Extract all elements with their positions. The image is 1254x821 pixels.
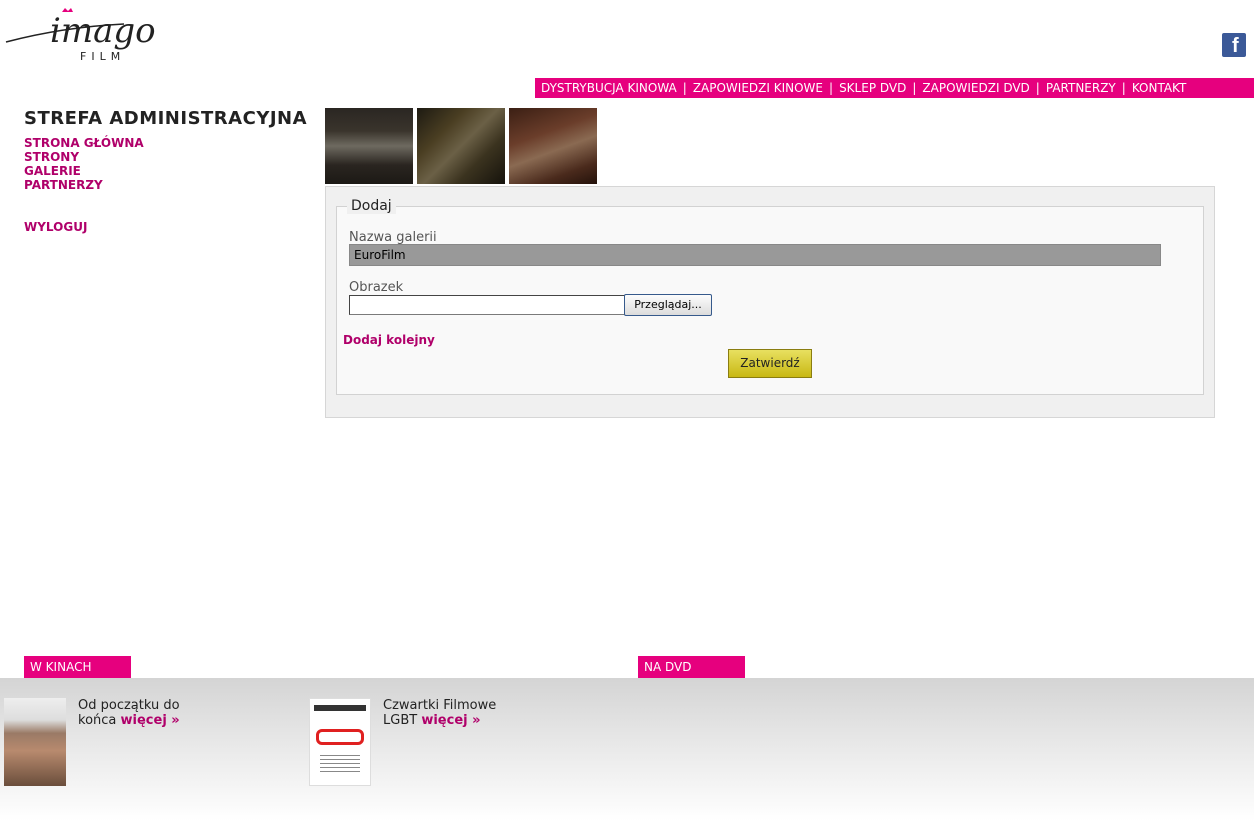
movie-title-line1: Czwartki Filmowe <box>383 698 497 713</box>
nav-dystrybucja-kinowa[interactable]: DYSTRYBUCJA KINOWA <box>541 81 677 95</box>
nav-zapowiedzi-kinowe[interactable]: ZAPOWIEDZI KINOWE <box>693 81 823 95</box>
add-fieldset: Dodaj Nazwa galerii EuroFilm Obrazek Prz… <box>336 198 1204 395</box>
logo-graphic: imago FILM <box>5 8 156 63</box>
header-photo-event <box>509 108 597 184</box>
movie-title-line2: końca <box>78 713 117 728</box>
nav-sklep-dvd[interactable]: SKLEP DVD <box>839 81 906 95</box>
more-link[interactable]: więcej » <box>121 713 180 728</box>
movie-poster-od-poczatku[interactable] <box>4 698 66 786</box>
admin-sidebar: STRONA GŁÓWNA STRONY GALERIE PARTNERZY <box>24 136 144 192</box>
add-another-link[interactable]: Dodaj kolejny <box>343 333 435 347</box>
nav-zapowiedzi-dvd[interactable]: ZAPOWIEDZI DVD <box>922 81 1029 95</box>
nav-separator: | <box>912 81 917 95</box>
imago-film-logo[interactable]: imago FILM <box>4 6 190 70</box>
add-gallery-panel: Dodaj Nazwa galerii EuroFilm Obrazek Prz… <box>325 186 1215 418</box>
movie-poster-czwartki-filmowe[interactable] <box>309 698 371 786</box>
nav-separator: | <box>1121 81 1126 95</box>
poster-text-lines <box>320 755 360 775</box>
gallery-name-field[interactable]: EuroFilm <box>349 244 1161 266</box>
footer-strip: Od początku do końca więcej » Czwartki F… <box>0 678 1254 821</box>
nav-separator: | <box>1035 81 1040 95</box>
header-photo-audience <box>417 108 505 184</box>
admin-zone-title: STREFA ADMINISTRACYJNA <box>24 108 308 129</box>
sidebar-item-home[interactable]: STRONA GŁÓWNA <box>24 136 144 150</box>
fieldset-legend: Dodaj <box>347 198 396 214</box>
logout-link[interactable]: WYLOGUJ <box>24 220 87 234</box>
image-label: Obrazek <box>349 280 404 295</box>
glasses-graphic <box>316 729 364 745</box>
movie-title-line1: Od początku do <box>78 698 180 713</box>
gallery-name-label: Nazwa galerii <box>349 230 437 245</box>
image-file-field[interactable] <box>349 295 625 315</box>
more-link[interactable]: więcej » <box>421 713 480 728</box>
sidebar-item-pages[interactable]: STRONY <box>24 150 144 164</box>
nav-separator: | <box>682 81 687 95</box>
sidebar-item-galleries[interactable]: GALERIE <box>24 164 144 178</box>
movie-card-czwartki-filmowe: Czwartki Filmowe LGBT więcej » <box>383 698 513 728</box>
movie-title-line2: LGBT <box>383 713 418 728</box>
nav-separator: | <box>829 81 834 95</box>
movie-card-od-poczatku: Od początku do końca więcej » <box>78 698 198 728</box>
tab-in-cinemas[interactable]: W KINACH <box>24 656 131 678</box>
header-photo-stage <box>325 108 413 184</box>
facebook-icon[interactable]: f <box>1222 33 1246 57</box>
tab-on-dvd[interactable]: NA DVD <box>638 656 745 678</box>
sidebar-item-partners[interactable]: PARTNERZY <box>24 178 144 192</box>
nav-kontakt[interactable]: KONTAKT <box>1132 81 1187 95</box>
nav-partnerzy[interactable]: PARTNERZY <box>1046 81 1116 95</box>
browse-button[interactable]: Przeglądaj... <box>624 294 712 316</box>
logo-text: imago <box>50 11 156 51</box>
top-navigation: DYSTRYBUCJA KINOWA | ZAPOWIEDZI KINOWE |… <box>535 78 1254 98</box>
submit-button[interactable]: Zatwierdź <box>728 349 812 378</box>
poster-title-bar <box>314 705 366 711</box>
logo-subtext: FILM <box>80 50 125 63</box>
